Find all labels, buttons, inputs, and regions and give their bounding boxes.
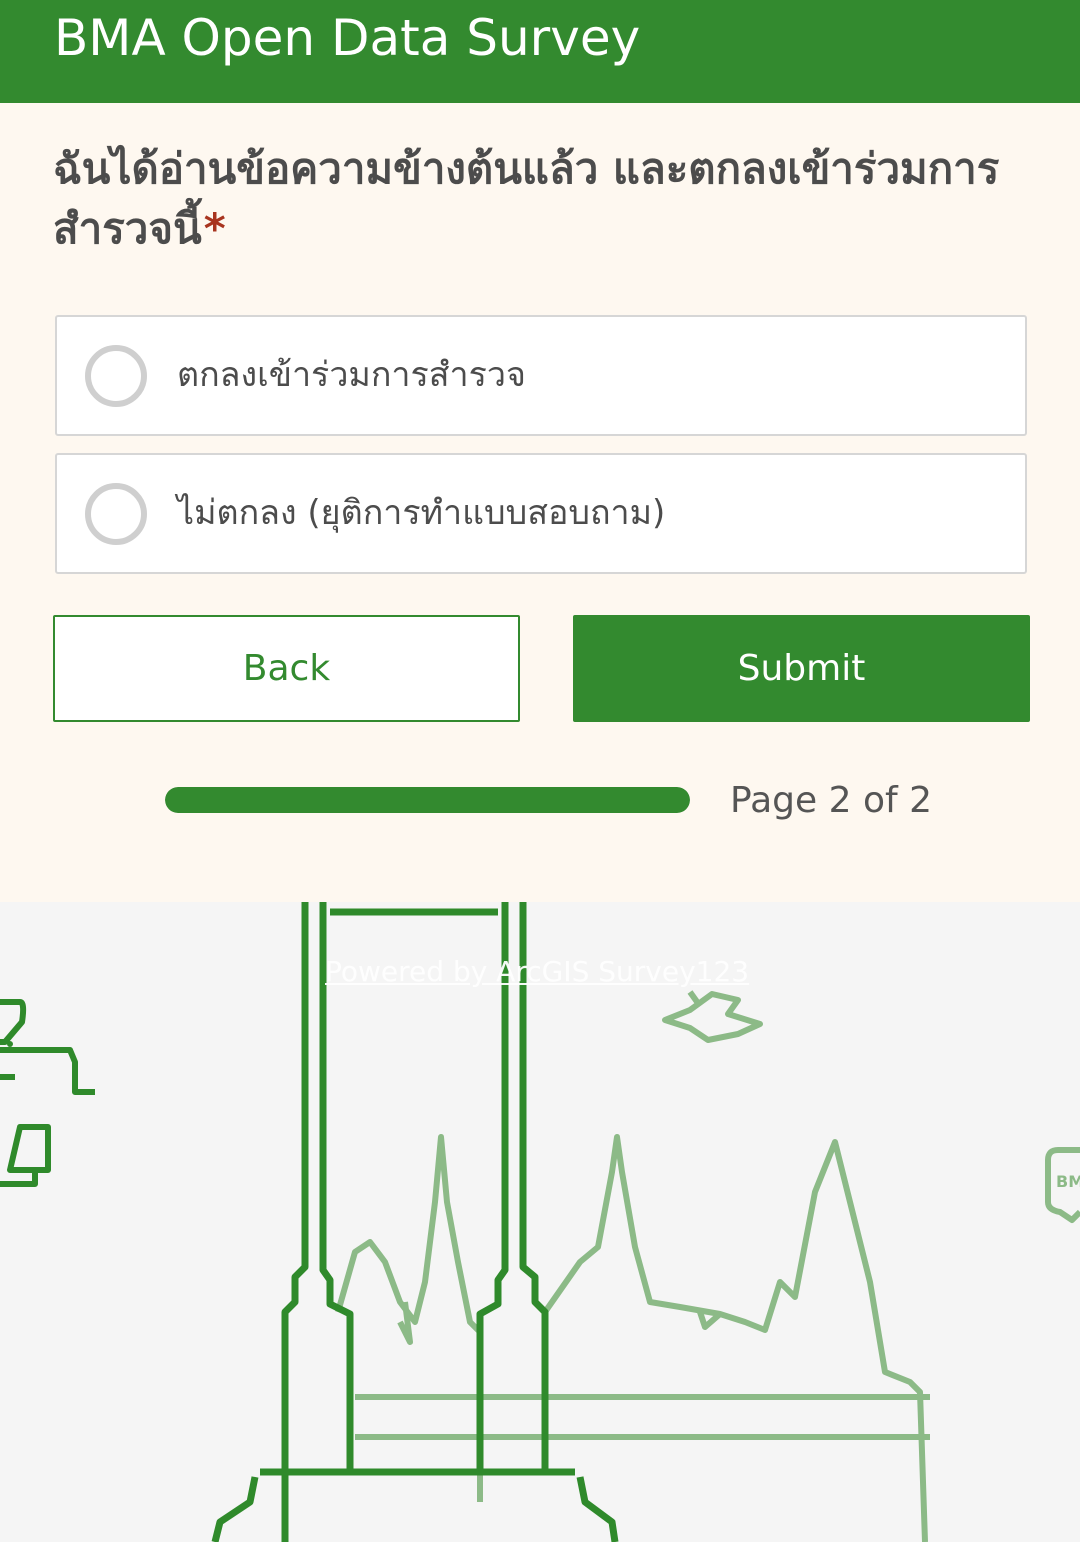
choice-agree[interactable]: ตกลงเข้าร่วมการสำรวจ [55, 315, 1027, 436]
bangkok-giant-swing-and-temples-illustration: BM [0, 902, 1080, 1542]
choice-disagree-label: ไม่ตกลง (ยุติการทำแบบสอบถาม) [177, 493, 666, 533]
choice-agree-label: ตกลงเข้าร่วมการสำรวจ [177, 355, 526, 395]
powered-by-link[interactable]: Powered by ArcGIS Survey123 [325, 954, 755, 990]
radio-unchecked-icon[interactable] [85, 483, 147, 545]
consent-question: ฉันได้อ่านข้อความข้างต้นแล้ว และตกลงเข้า… [53, 139, 1013, 259]
footer-illustration: BM Powered by ArcGIS Survey123 [0, 902, 1080, 1542]
speech-badge-text: BM [1056, 1172, 1080, 1191]
question-text: ฉันได้อ่านข้อความข้างต้นแล้ว และตกลงเข้า… [53, 144, 1000, 253]
page-indicator: Page 2 of 2 [730, 780, 932, 821]
radio-unchecked-icon[interactable] [85, 345, 147, 407]
required-marker: * [203, 204, 226, 253]
app-header: BMA Open Data Survey [0, 0, 1080, 103]
survey-form: ฉันได้อ่านข้อความข้างต้นแล้ว และตกลงเข้า… [0, 103, 1080, 902]
submit-button[interactable]: Submit [573, 615, 1030, 722]
progress-bar-fill [165, 787, 690, 813]
progress-bar [165, 787, 690, 813]
survey-title: BMA Open Data Survey [54, 9, 641, 67]
choice-disagree[interactable]: ไม่ตกลง (ยุติการทำแบบสอบถาม) [55, 453, 1027, 574]
back-button[interactable]: Back [53, 615, 520, 722]
